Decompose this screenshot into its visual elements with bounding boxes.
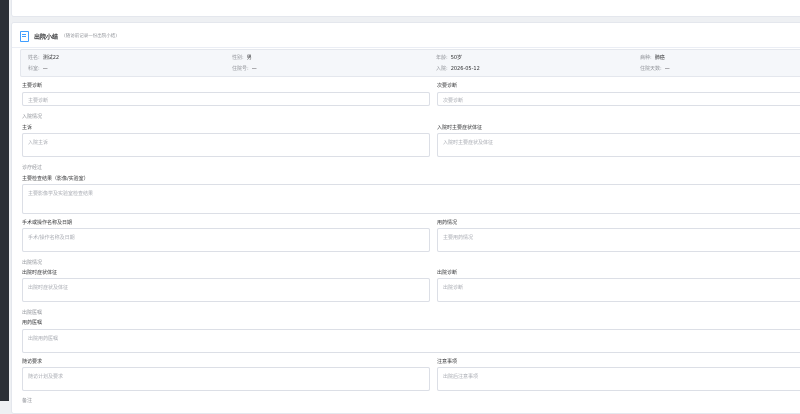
orders-textarea[interactable]: 出院用药医嘱 — [22, 329, 800, 353]
info-name: 姓名: 测试22 — [28, 55, 60, 61]
discharge-diagnosis-textarea[interactable]: 出院诊断 — [437, 278, 800, 302]
surgery-label: 手术或操作名称及日期 — [22, 220, 73, 226]
card-hint: (随访前记录一份出院小结) — [64, 34, 118, 39]
notes-textarea[interactable]: 出院后注意事项 — [437, 367, 800, 391]
surgery-textarea[interactable]: 手术/操作名称及日期 — [22, 228, 430, 252]
exam-results-textarea[interactable]: 主要影像学及实验室检查结果 — [22, 184, 800, 214]
complaint-label: 主诉 — [22, 125, 33, 131]
followup-textarea[interactable]: 随访计划及要求 — [22, 367, 430, 391]
discharge-section-title: 出院情况 — [22, 260, 43, 266]
discharge-diagnosis-label: 出院诊断 — [437, 270, 458, 276]
orders-section-title: 出院医嘱 — [22, 310, 43, 316]
info-age: 年龄: 50岁 — [436, 55, 463, 61]
complaint-textarea[interactable]: 入院主诉 — [22, 133, 430, 157]
treatment-section-title: 诊疗经过 — [22, 165, 43, 171]
medication-label: 用药情况 — [437, 220, 458, 226]
document-icon — [20, 30, 29, 42]
header-divider — [12, 47, 800, 48]
info-stay-days: 住院天数: — — [640, 66, 670, 72]
card-header: 出院小结 (随访前记录一份出院小结) — [20, 29, 117, 43]
info-admission-date: 入院: 2026-05-12 — [436, 66, 480, 72]
card-title: 出院小结 — [34, 33, 59, 41]
patient-info-box: 姓名: 测试22 性别: 男 年龄: 50岁 病种: 肺癌 科室: — 住院号: — 入院:… — [20, 49, 800, 77]
sub-diagnosis-label: 次要诊断 — [437, 83, 458, 89]
notes-label: 注意事项 — [437, 359, 458, 365]
exam-results-label: 主要检查结果（影像/实验室） — [22, 176, 89, 182]
info-disease: 病种: 肺癌 — [640, 55, 665, 61]
main-diagnosis-input[interactable]: 主要诊断 — [22, 92, 430, 106]
previous-card — [11, 0, 800, 17]
admission-section-title: 入院情况 — [22, 114, 43, 120]
orders-label: 用药医嘱 — [22, 320, 43, 326]
discharge-symptoms-label: 出院时症状体征 — [22, 270, 58, 276]
discharge-summary-card: 出院小结 (随访前记录一份出院小结) 姓名: 测试22 性别: 男 年龄: 50岁 病… — [11, 22, 800, 414]
followup-label: 随访要求 — [22, 359, 43, 365]
admission-symptoms-label: 入院时主要症状体征 — [437, 125, 483, 131]
info-hospital-number: 住院号: — — [232, 66, 257, 72]
main-diagnosis-label: 主要诊断 — [22, 83, 43, 89]
left-sidebar-strip — [0, 0, 9, 401]
info-gender: 性别: 男 — [232, 55, 252, 61]
discharge-symptoms-textarea[interactable]: 出院时症状及体征 — [22, 278, 430, 302]
medication-textarea[interactable]: 主要用药情况 — [437, 228, 800, 252]
info-department: 科室: — — [28, 66, 48, 72]
admission-symptoms-textarea[interactable]: 入院时主要症状及体征 — [437, 133, 800, 157]
sub-diagnosis-input[interactable]: 次要诊断 — [437, 92, 800, 106]
